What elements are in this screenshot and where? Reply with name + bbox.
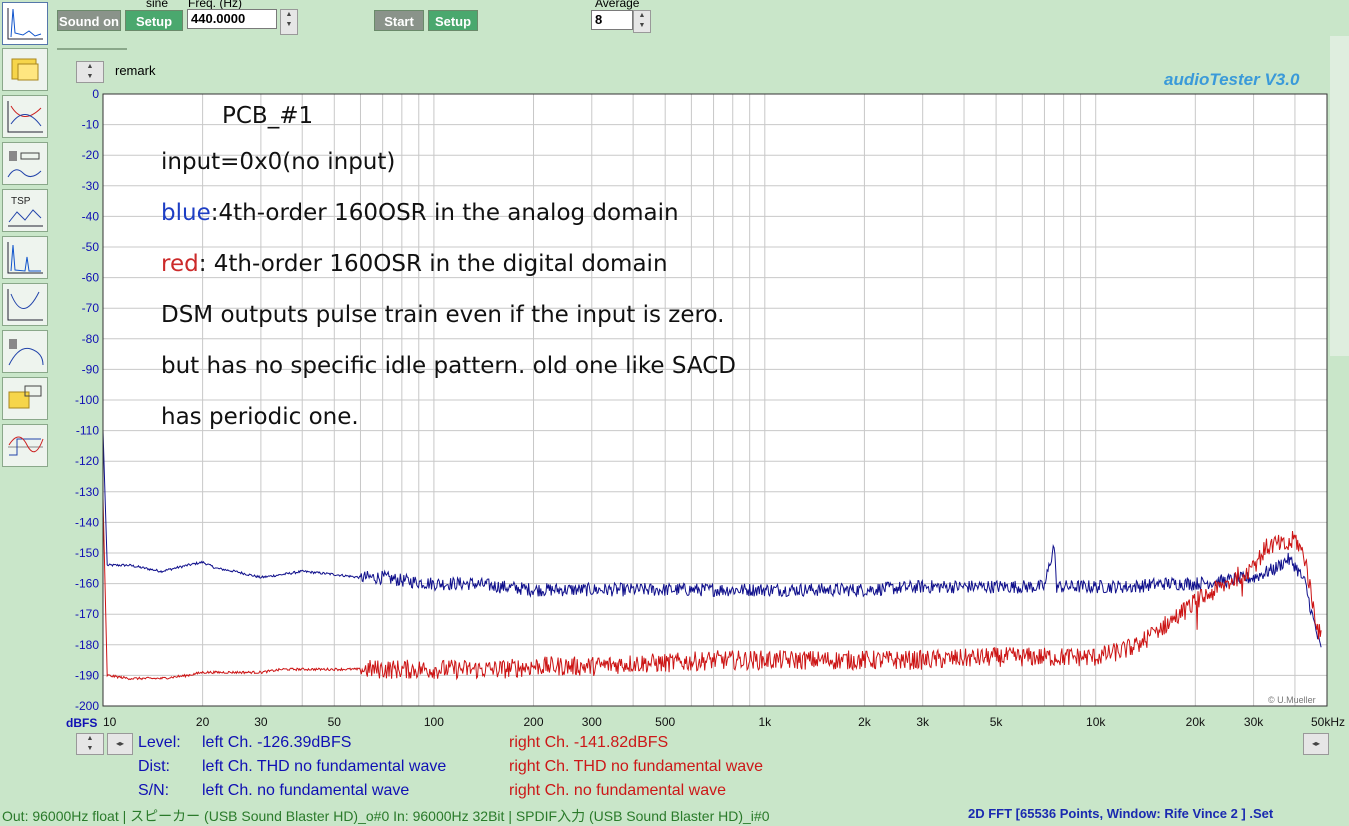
x-tick-label: 30 — [254, 715, 268, 729]
y-tick-label: -10 — [82, 118, 100, 132]
x-tick-label: 1k — [758, 715, 772, 729]
x-tick-label: 200 — [523, 715, 543, 729]
y-tick-label: -20 — [82, 148, 100, 162]
y-tick-label: -80 — [82, 332, 100, 346]
y-tick-label: -90 — [82, 362, 100, 376]
annotation-red-line: red: 4th-order 160OSR in the digital dom… — [161, 251, 668, 277]
x-tick-label: 2k — [858, 715, 872, 729]
status-fft-info: 2D FFT [65536 Points, Window: Rife Vince… — [968, 806, 1274, 821]
y-tick-label: 0 — [92, 87, 99, 101]
status-io-info: Out: 96000Hz float | スピーカー (USB Sound Bl… — [2, 808, 770, 824]
y-tick-label: -190 — [75, 668, 99, 682]
y-tick-label: -120 — [75, 454, 99, 468]
y-tick-label: -70 — [82, 301, 100, 315]
x-tick-label: 3k — [916, 715, 930, 729]
x-tick-label: 30k — [1244, 715, 1264, 729]
x-tick-label: 300 — [582, 715, 602, 729]
x-tick-label: 5k — [990, 715, 1004, 729]
y-tick-label: -160 — [75, 577, 99, 591]
annotation-input: input=0x0(no input) — [161, 149, 396, 175]
annotation-blue-desc: :4th-order 160OSR in the analog domain — [210, 200, 679, 226]
y-tick-label: -170 — [75, 607, 99, 621]
x-tick-label: 100 — [424, 715, 444, 729]
y-tick-label: -30 — [82, 179, 100, 193]
annotation-blue-word: blue — [161, 200, 211, 226]
copyright-label: © U.Mueller — [1268, 695, 1316, 705]
stats-stepper[interactable]: ▲ ▼ — [76, 733, 104, 755]
annotation-dsm: DSM outputs pulse train even if the inpu… — [161, 302, 725, 328]
x-tick-label: 50 — [328, 715, 342, 729]
y-tick-label: -110 — [76, 424, 99, 438]
annotation-red-desc: : 4th-order 160OSR in the digital domain — [198, 251, 668, 277]
status-bar: Out: 96000Hz float | スピーカー (USB Sound Bl… — [0, 804, 1349, 826]
y-tick-label: -50 — [82, 240, 100, 254]
annotation-periodic: has periodic one. — [161, 404, 359, 430]
y-tick-label: -60 — [82, 271, 100, 285]
y-tick-label: -130 — [75, 485, 99, 499]
y-tick-label: -200 — [75, 699, 99, 713]
y-tick-label: -180 — [75, 638, 99, 652]
stats-scroll-right[interactable]: ◂▸ — [1303, 733, 1329, 755]
sn-right-value: right Ch. no fundamental wave — [509, 782, 727, 799]
x-tick-label: 20k — [1186, 715, 1206, 729]
level-right-value: right Ch. -141.82dBFS — [509, 734, 669, 751]
x-tick-label: 500 — [655, 715, 675, 729]
y-tick-label: -150 — [75, 546, 99, 560]
level-label: Level: — [138, 734, 181, 751]
dist-left-value: left Ch. THD no fundamental wave — [202, 758, 447, 775]
annotation-blue-line: blue:4th-order 160OSR in the analog doma… — [161, 200, 679, 226]
x-tick-label: 20 — [196, 715, 210, 729]
annotation-red-word: red — [161, 251, 199, 277]
x-tick-label: 10k — [1086, 715, 1106, 729]
y-axis-unit: dBFS — [66, 716, 98, 730]
y-tick-label: -100 — [75, 393, 99, 407]
annotation-title: PCB_#1 — [222, 103, 314, 129]
x-tick-label: 50kHz — [1311, 715, 1345, 729]
x-tick-label: 10 — [103, 715, 117, 729]
dist-right-value: right Ch. THD no fundamental wave — [509, 758, 764, 775]
y-tick-label: -40 — [82, 209, 100, 223]
level-left-value: left Ch. -126.39dBFS — [202, 734, 352, 751]
y-tick-label: -140 — [75, 515, 99, 529]
stats-scroll-left[interactable]: ◂▸ — [107, 733, 133, 755]
annotation-idle: but has no specific idle pattern. old on… — [161, 353, 736, 379]
sn-left-value: left Ch. no fundamental wave — [202, 782, 410, 799]
sn-label: S/N: — [138, 782, 170, 799]
dist-label: Dist: — [138, 758, 170, 775]
